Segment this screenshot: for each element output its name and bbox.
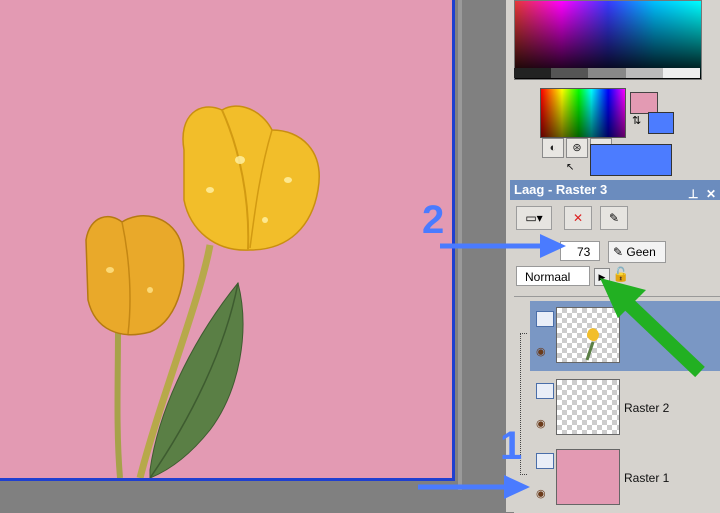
- green-arrow: [600, 278, 705, 378]
- annotation-label-2: 2: [422, 198, 445, 242]
- blue-arrow-1: [418, 475, 530, 499]
- blue-arrow-2: [440, 234, 566, 258]
- annotation-overlay: [418, 234, 705, 499]
- annotation-label-1: 1: [500, 424, 523, 468]
